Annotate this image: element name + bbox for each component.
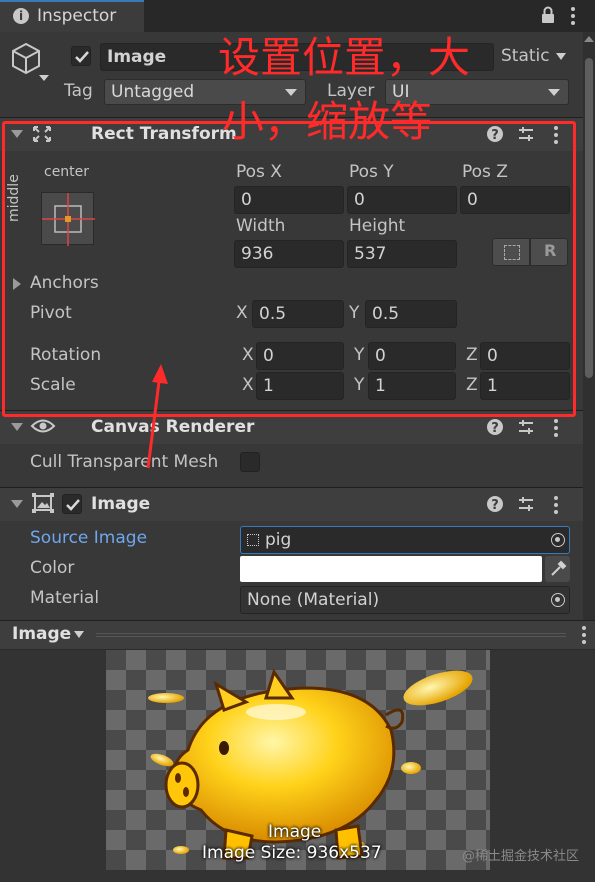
active-checkbox[interactable] bbox=[71, 46, 91, 66]
color-label: Color bbox=[30, 558, 75, 578]
eyedropper-icon[interactable] bbox=[545, 556, 570, 582]
source-image-value: pig bbox=[265, 530, 292, 550]
material-field[interactable]: None (Material) bbox=[240, 586, 570, 614]
preview-menu-icon[interactable] bbox=[582, 626, 586, 647]
annotation-arrow bbox=[146, 364, 168, 469]
preview-caption-name: Image bbox=[268, 822, 322, 842]
image-component-title: Image bbox=[91, 494, 151, 514]
tab-inspector[interactable]: i Inspector bbox=[0, 0, 144, 32]
material-label: Material bbox=[30, 588, 100, 608]
layer-dropdown-caret-icon bbox=[548, 89, 560, 96]
preview-caption-size: Image Size: 936x537 bbox=[202, 843, 382, 863]
svg-text:?: ? bbox=[491, 498, 499, 513]
tag-label: Tag bbox=[64, 81, 93, 101]
object-picker-icon[interactable] bbox=[551, 533, 565, 547]
static-label[interactable]: Static bbox=[501, 46, 550, 66]
annotation-text-line1: 设置位置，大 bbox=[218, 33, 471, 82]
canvas-renderer-foldout-icon[interactable] bbox=[11, 423, 23, 431]
tab-title: Inspector bbox=[37, 6, 117, 26]
watermark-text: @稀土掘金技术社区 bbox=[462, 849, 580, 864]
canvas-renderer-menu-icon[interactable] bbox=[554, 419, 558, 440]
cull-transparent-mesh-label: Cull Transparent Mesh bbox=[30, 452, 219, 472]
gameobject-cube-icon bbox=[10, 42, 42, 80]
canvas-renderer-presets-icon[interactable] bbox=[517, 418, 535, 436]
tab-menu-icon[interactable] bbox=[571, 7, 575, 28]
image-component-icon bbox=[32, 493, 54, 517]
scroll-up-icon[interactable] bbox=[584, 36, 594, 42]
image-enabled-checkbox[interactable] bbox=[62, 494, 82, 514]
annotation-highlight-box bbox=[2, 121, 576, 417]
tag-dropdown-caret-icon bbox=[285, 89, 297, 96]
sprite-icon bbox=[247, 534, 259, 546]
scrollbar-thumb[interactable] bbox=[585, 58, 593, 378]
color-swatch[interactable] bbox=[240, 556, 542, 582]
preview-drag-handle[interactable] bbox=[96, 633, 566, 637]
image-menu-icon[interactable] bbox=[554, 496, 558, 517]
preview-title[interactable]: Image bbox=[12, 624, 71, 644]
image-presets-icon[interactable] bbox=[517, 495, 535, 513]
image-help-icon[interactable]: ? bbox=[486, 495, 504, 513]
material-value: None (Material) bbox=[247, 590, 380, 610]
source-image-field[interactable]: pig bbox=[240, 526, 570, 554]
canvas-renderer-help-icon[interactable]: ? bbox=[486, 418, 504, 436]
preview-dropdown-caret[interactable] bbox=[74, 631, 84, 638]
static-dropdown-caret[interactable] bbox=[556, 53, 566, 60]
annotation-text-line2: 小，缩放等 bbox=[222, 97, 433, 146]
cull-transparent-mesh-checkbox[interactable] bbox=[240, 452, 260, 472]
image-component-foldout-icon[interactable] bbox=[11, 500, 23, 508]
icon-dropdown-caret[interactable] bbox=[39, 75, 49, 81]
source-image-label: Source Image bbox=[30, 528, 148, 548]
svg-text:?: ? bbox=[491, 421, 499, 436]
eye-icon bbox=[30, 417, 56, 439]
info-icon: i bbox=[13, 8, 29, 24]
tag-value: Untagged bbox=[111, 82, 195, 102]
lock-icon[interactable] bbox=[541, 6, 555, 24]
material-picker-icon[interactable] bbox=[551, 593, 565, 607]
